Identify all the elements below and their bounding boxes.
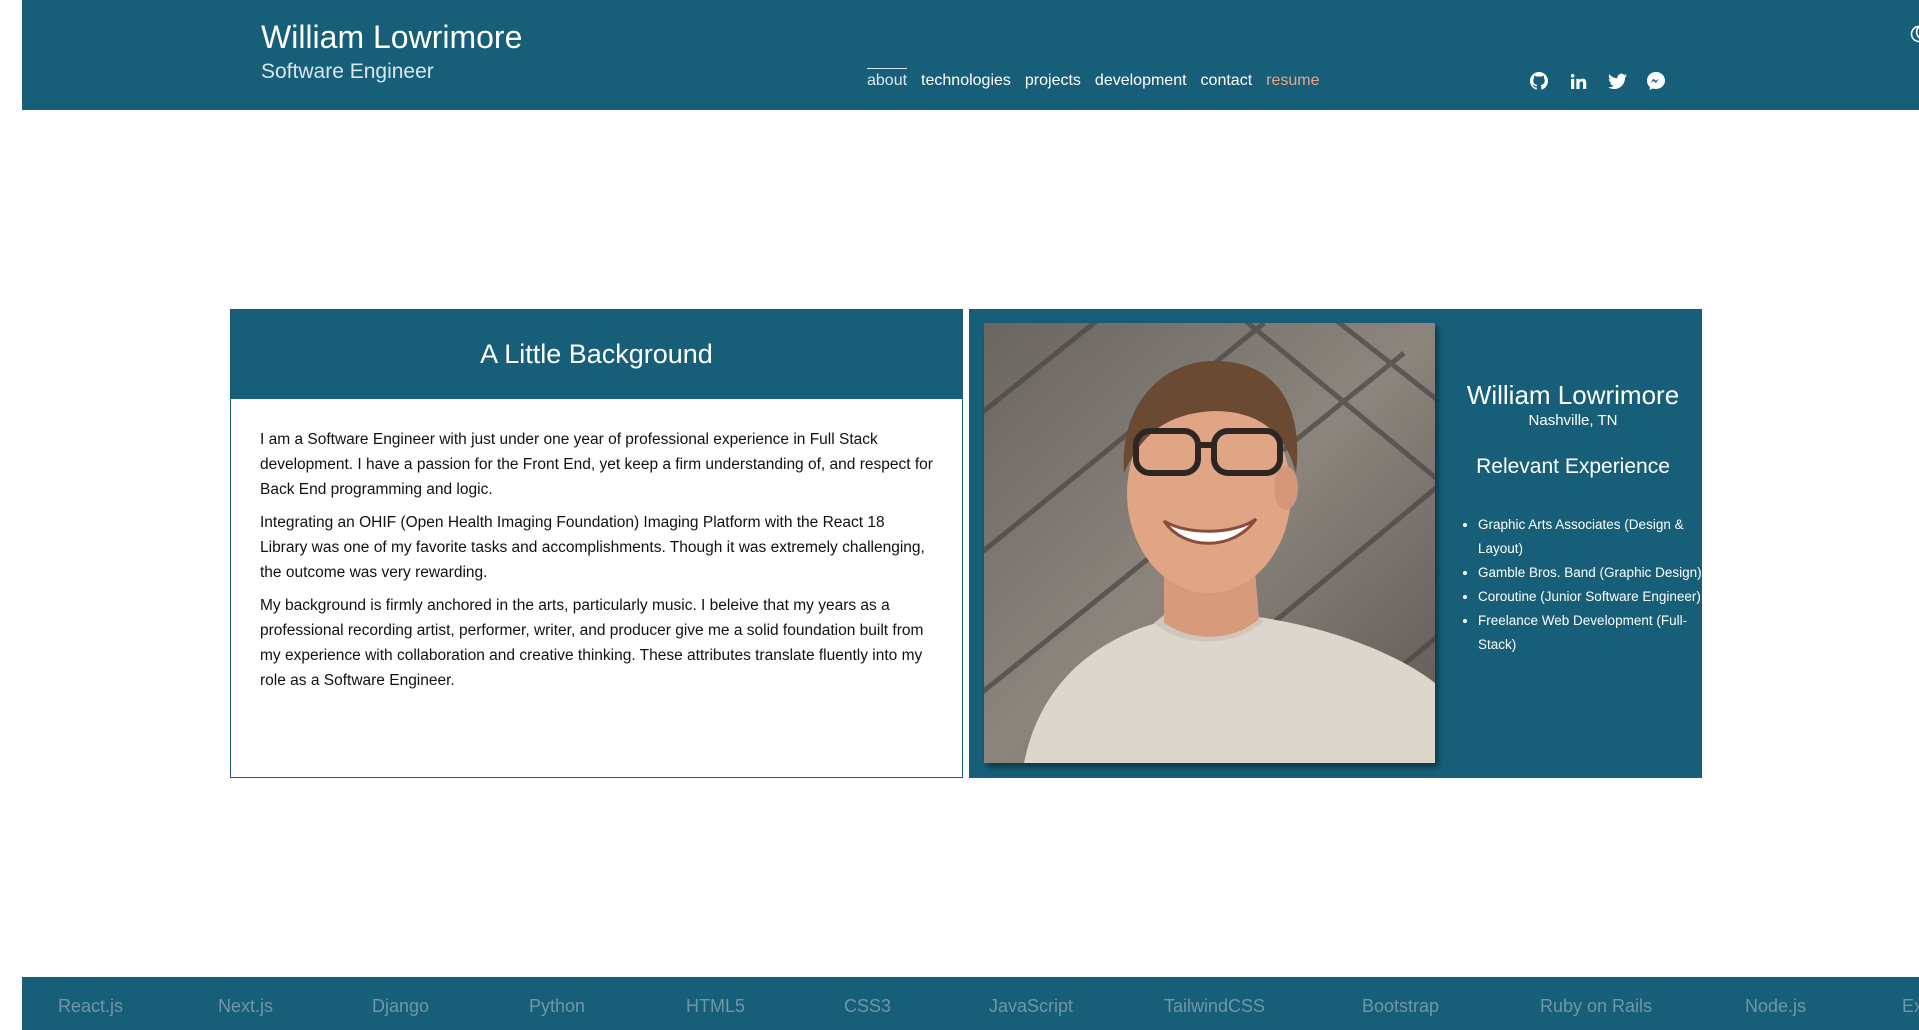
ticker-item: Python	[529, 996, 586, 1016]
profile-name: William Lowrimore	[1466, 380, 1680, 410]
social-links	[1529, 71, 1666, 91]
ticker-item: Bootstrap	[1362, 996, 1440, 1016]
ticker-item: Node.js	[1745, 996, 1807, 1016]
technology-ticker: React.js Next.js Django Python HTML5 CSS…	[22, 977, 1919, 1030]
profile-photo	[984, 323, 1435, 763]
background-paragraph: Integrating an OHIF (Open Health Imaging…	[260, 514, 925, 581]
ticker-item: Next.js	[218, 996, 274, 1016]
experience-list: Graphic Arts Associates (Design & Layout…	[1444, 513, 1702, 657]
background-paragraph: My background is firmly anchored in the …	[260, 597, 924, 689]
nav-projects[interactable]: projects	[1025, 70, 1081, 90]
messenger-icon[interactable]	[1646, 71, 1666, 91]
background-card-header: A Little Background	[231, 310, 962, 399]
background-paragraph: I am a Software Engineer with just under…	[260, 431, 933, 498]
ticker-item: Ruby on Rails	[1540, 996, 1653, 1016]
ticker-item: React.js	[58, 996, 124, 1016]
profile-location: Nashville, TN	[1528, 412, 1618, 429]
ticker-item: TailwindCSS	[1164, 996, 1266, 1016]
nav-technologies[interactable]: technologies	[921, 70, 1011, 90]
nav-resume[interactable]: resume	[1266, 70, 1319, 90]
page: William Lowrimore Software Engineer abou…	[0, 0, 1919, 1030]
nav-about[interactable]: about	[867, 68, 908, 90]
linkedin-icon[interactable]	[1568, 71, 1588, 91]
nav-development[interactable]: development	[1095, 70, 1187, 90]
profile-info: William Lowrimore Nashville, TN Relevant…	[1444, 379, 1702, 657]
site-title[interactable]: William Lowrimore	[261, 19, 522, 56]
moon-icon[interactable]	[1907, 24, 1919, 44]
ticker-item: Django	[372, 996, 430, 1016]
profile-card: William Lowrimore Nashville, TN Relevant…	[969, 309, 1702, 778]
experience-item: Coroutine (Junior Software Engineer)	[1478, 585, 1702, 609]
site-header: William Lowrimore Software Engineer abou…	[22, 0, 1919, 110]
ticker-item: Ex	[1902, 996, 1919, 1016]
main-nav: about technologies projects development …	[867, 68, 1320, 90]
github-icon[interactable]	[1529, 71, 1549, 91]
site-subtitle: Software Engineer	[261, 60, 434, 83]
twitter-icon[interactable]	[1607, 71, 1627, 91]
nav-contact[interactable]: contact	[1201, 70, 1253, 90]
background-card-body: I am a Software Engineer with just under…	[231, 399, 962, 693]
ticker-item: JavaScript	[989, 996, 1074, 1016]
background-card: A Little Background I am a Software Engi…	[230, 309, 963, 778]
experience-item: Freelance Web Development (Full-Stack)	[1478, 609, 1702, 657]
experience-item: Graphic Arts Associates (Design & Layout…	[1478, 513, 1702, 561]
background-card-title: A Little Background	[480, 339, 713, 369]
ticker-item: CSS3	[844, 996, 892, 1016]
experience-heading: Relevant Experience	[1476, 455, 1670, 478]
experience-item: Gamble Bros. Band (Graphic Design)	[1478, 561, 1702, 585]
ticker-item: HTML5	[686, 996, 746, 1016]
